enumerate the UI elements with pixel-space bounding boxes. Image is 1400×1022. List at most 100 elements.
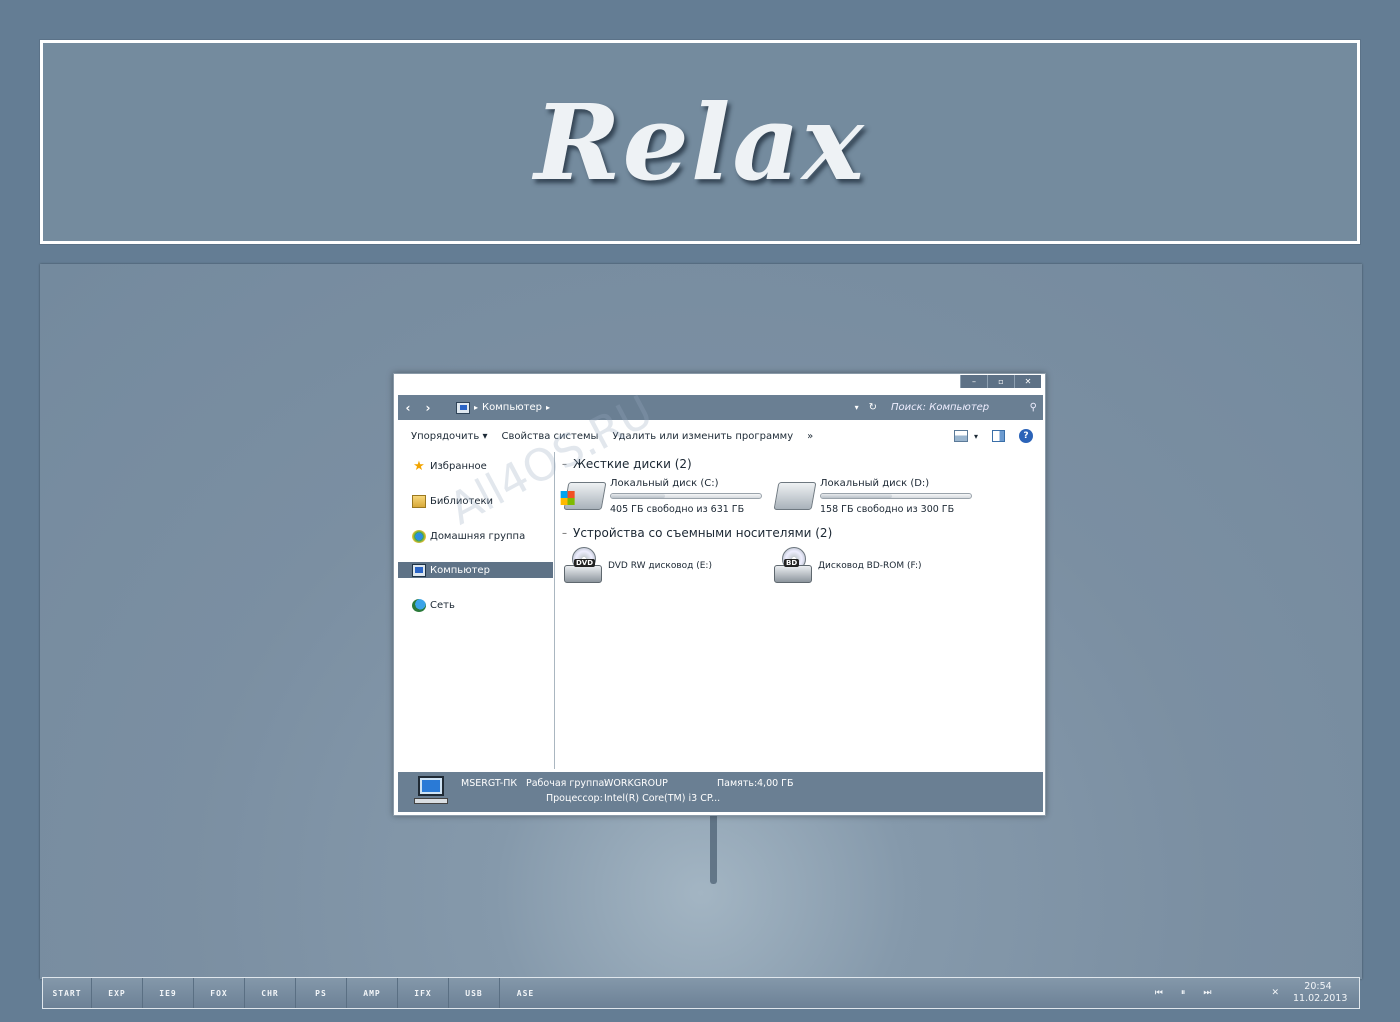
caption-buttons: – ▫ ✕	[960, 375, 1041, 388]
group-removable[interactable]: – Устройства со съемными носителями (2)	[562, 526, 832, 540]
homegroup-icon	[412, 529, 426, 543]
address-bar: ‹ › ▸ Компьютер ▸ ▾ ↻ Поиск: Компьютер ⚲	[398, 395, 1043, 420]
minimize-button[interactable]: –	[960, 375, 987, 388]
taskbar-ifx-button[interactable]: IFX	[398, 978, 449, 1008]
chevron-down-icon: ▾	[973, 431, 978, 441]
navigation-pane: ★ Избранное Библиотеки Домашняя группа К…	[394, 452, 555, 769]
taskbar-usb-button[interactable]: USB	[449, 978, 500, 1008]
nav-item-network[interactable]: Сеть	[398, 597, 553, 613]
drive-badge: DVD	[574, 559, 596, 567]
collapse-icon[interactable]: –	[562, 528, 567, 539]
clock-date: 11.02.2013	[1293, 993, 1348, 1004]
drive-f[interactable]: BD Дисковод BD-ROM (F:)	[774, 546, 984, 586]
memory-value: 4,00 ГБ	[757, 778, 794, 789]
cpu-label: Процессор:	[546, 793, 603, 804]
toolbar-right: ▾ ?	[953, 429, 1033, 443]
drive-tray	[564, 565, 602, 583]
drive-free-space: 405 ГБ свободно из 631 ГБ	[610, 504, 745, 515]
taskbar-explorer-button[interactable]: EXP	[92, 978, 143, 1008]
change-view-button[interactable]: ▾	[953, 430, 978, 442]
collapse-icon[interactable]: –	[562, 459, 567, 470]
memory-label: Память:	[717, 778, 758, 789]
drive-info: Локальный диск (C:) 405 ГБ свободно из 6…	[610, 478, 762, 515]
computer-name: MSERGT-ПК	[461, 778, 518, 789]
explorer-window: – ▫ ✕ ‹ › ▸ Компьютер ▸ ▾ ↻ Поиск: Компь…	[393, 373, 1046, 816]
search-placeholder: Поиск: Компьютер	[891, 402, 990, 413]
pause-icon[interactable]: ⏸	[1181, 988, 1186, 998]
view-icon	[953, 430, 968, 442]
command-bar: Упорядочить ▾ Свойства системы Удалить и…	[398, 424, 1043, 448]
clock-time: 20:54	[1304, 981, 1332, 992]
clock[interactable]: 20:54 11.02.2013	[1293, 981, 1348, 1005]
previous-track-icon[interactable]: ⏮	[1155, 988, 1163, 998]
hard-disk-icon	[773, 482, 817, 510]
computer-icon	[414, 776, 448, 804]
drive-c[interactable]: Локальный диск (C:) 405 ГБ свободно из 6…	[563, 478, 776, 518]
usage-fill	[611, 494, 665, 498]
organize-button[interactable]: Упорядочить ▾	[411, 431, 488, 442]
drive-info: Локальный диск (D:) 158 ГБ свободно из 3…	[820, 478, 972, 515]
nav-item-favorites[interactable]: ★ Избранное	[398, 458, 553, 474]
drive-tray	[774, 565, 812, 583]
preview-pane-icon[interactable]	[992, 430, 1005, 442]
taskbar-ie9-button[interactable]: IE9	[143, 978, 194, 1008]
close-button[interactable]: ✕	[1014, 375, 1041, 388]
drive-badge: BD	[784, 559, 800, 567]
search-input[interactable]: Поиск: Компьютер ⚲	[891, 402, 1043, 413]
drive-e[interactable]: DVD DVD RW дисковод (E:)	[564, 546, 774, 586]
maximize-button[interactable]: ▫	[987, 375, 1014, 388]
group-title: Устройства со съемными носителями (2)	[573, 526, 833, 540]
monitor-shape	[418, 776, 444, 796]
dvd-drive-icon: DVD	[564, 547, 604, 585]
drive-name: Локальный диск (C:)	[610, 478, 719, 489]
header-banner: Relax	[40, 40, 1360, 244]
drive-usage-bar	[610, 493, 762, 499]
chevron-down-icon[interactable]: ▾	[855, 403, 859, 412]
drive-d[interactable]: Локальный диск (D:) 158 ГБ свободно из 3…	[773, 478, 986, 518]
taskbar: START EXP IE9 FOX CHR PS AMP IFX USB ASE…	[42, 977, 1360, 1009]
more-commands-button[interactable]: »	[807, 431, 813, 442]
drive-free-space: 158 ГБ свободно из 300 ГБ	[820, 504, 955, 515]
system-properties-button[interactable]: Свойства системы	[502, 431, 599, 442]
taskbar-start-button[interactable]: START	[43, 978, 92, 1008]
taskbar-firefox-button[interactable]: FOX	[194, 978, 245, 1008]
computer-icon	[456, 401, 470, 414]
network-icon	[412, 598, 426, 612]
forward-button[interactable]: ›	[418, 401, 438, 415]
nav-item-label: Избранное	[430, 460, 487, 472]
taskbar-chrome-button[interactable]: CHR	[245, 978, 296, 1008]
taskbar-photoshop-button[interactable]: PS	[296, 978, 347, 1008]
address-right: ▾ ↻ Поиск: Компьютер ⚲	[855, 402, 1043, 413]
drive-name: DVD RW дисковод (E:)	[608, 561, 712, 571]
drive-name: Дисковод BD-ROM (F:)	[818, 561, 922, 571]
nav-item-libraries[interactable]: Библиотеки	[398, 493, 553, 509]
nav-item-label: Сеть	[430, 599, 455, 611]
drive-usage-bar	[820, 493, 972, 499]
hard-disk-icon	[563, 482, 607, 510]
breadcrumb-computer[interactable]: Компьютер	[482, 402, 542, 413]
content-pane: – Жесткие диски (2) Локальный диск (C:) …	[562, 452, 1042, 769]
nav-item-homegroup[interactable]: Домашняя группа	[398, 528, 553, 544]
bd-drive-icon: BD	[774, 547, 814, 585]
chevron-down-icon: ▾	[482, 430, 488, 442]
breadcrumb-arrow-icon[interactable]: ▸	[474, 403, 478, 412]
close-icon[interactable]: ✕	[1271, 988, 1279, 998]
organize-label: Упорядочить	[411, 430, 480, 442]
uninstall-program-button[interactable]: Удалить или изменить программу	[612, 431, 793, 442]
group-hard-disks[interactable]: – Жесткие диски (2)	[562, 457, 692, 471]
back-button[interactable]: ‹	[398, 401, 418, 415]
cpu-value: Intel(R) Core(TM) i3 CP...	[604, 793, 721, 804]
system-tray: ⏮ ⏸ ⏭ ✕ 20:54 11.02.2013	[1155, 981, 1359, 1005]
next-track-icon[interactable]: ⏭	[1203, 988, 1211, 998]
taskbar-amp-button[interactable]: AMP	[347, 978, 398, 1008]
usage-fill	[821, 494, 892, 498]
nav-item-computer[interactable]: Компьютер	[398, 562, 553, 578]
banner-title: Relax	[534, 80, 866, 204]
nav-item-label: Компьютер	[430, 564, 490, 576]
help-icon[interactable]: ?	[1019, 429, 1033, 443]
taskbar-ase-button[interactable]: ASE	[500, 978, 551, 1008]
refresh-icon[interactable]: ↻	[869, 402, 877, 413]
search-icon[interactable]: ⚲	[1030, 402, 1037, 413]
nav-item-label: Библиотеки	[430, 495, 494, 507]
breadcrumb-arrow-icon[interactable]: ▸	[546, 403, 550, 412]
